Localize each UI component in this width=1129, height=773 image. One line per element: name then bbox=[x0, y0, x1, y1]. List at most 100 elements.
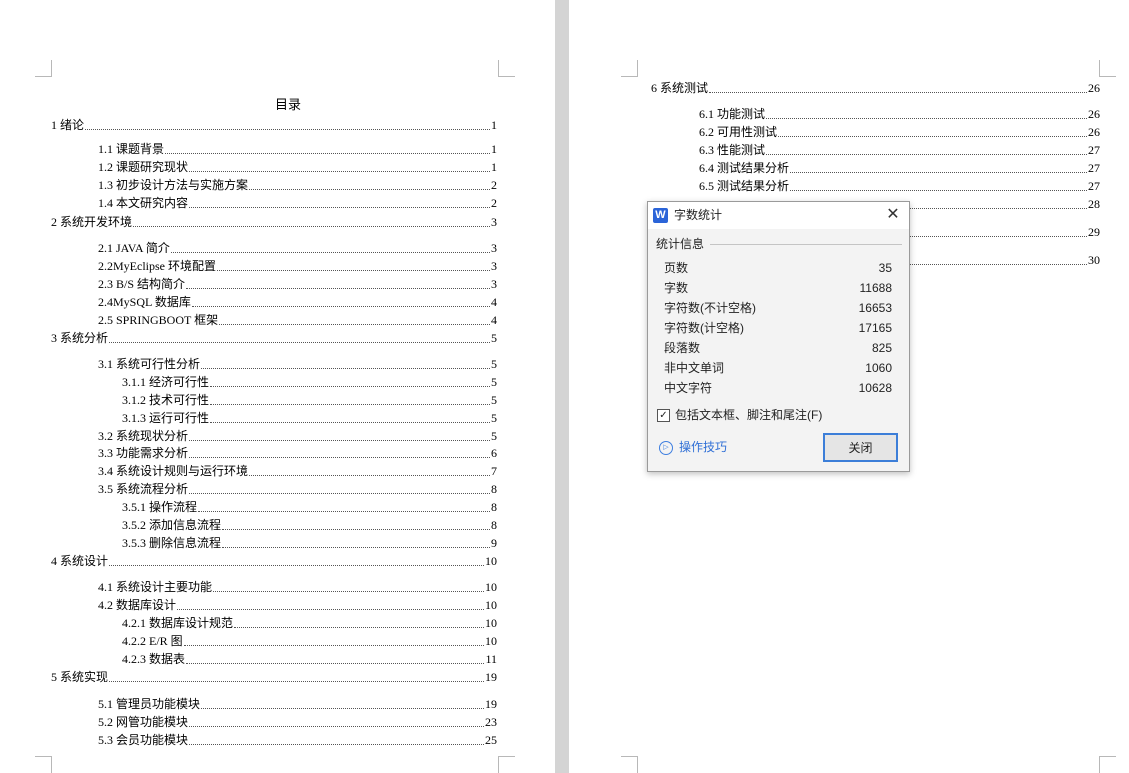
toc-leader-dots bbox=[910, 235, 1087, 237]
toc-entry: 3.1 系统可行性分析 5 bbox=[98, 357, 497, 372]
statistics-group-label: 统计信息 bbox=[656, 237, 705, 251]
close-icon[interactable]: ✕ bbox=[884, 206, 902, 224]
toc-page-number: 25 bbox=[485, 733, 497, 747]
toc-page-number: 27 bbox=[1088, 161, 1100, 175]
toc-entry-text: 4.2.2 E/R 图 bbox=[122, 634, 183, 648]
toc-leader-dots bbox=[778, 135, 1087, 137]
toc-page-number: 3 bbox=[491, 259, 497, 273]
toc-page-number: 5 bbox=[491, 357, 497, 371]
toc-entry: 2.1 JAVA 简介 3 bbox=[98, 241, 497, 256]
toc-leader-dots bbox=[210, 421, 490, 423]
crop-mark-bottom-left bbox=[621, 756, 638, 773]
dialog-title-bar[interactable]: W 字数统计 ✕ bbox=[648, 202, 909, 229]
toc-leader-dots bbox=[189, 170, 490, 172]
stat-row: 页数 35 bbox=[664, 260, 892, 276]
toc-entry: 4.1 系统设计主要功能 10 bbox=[98, 580, 497, 595]
toc-entry-text: 3.1 系统可行性分析 bbox=[98, 357, 201, 371]
toc-entry: 3.1.2 技术可行性 5 bbox=[122, 393, 497, 408]
toc-page-number: 2 bbox=[491, 178, 497, 192]
toc-page-number: 19 bbox=[485, 697, 497, 711]
stat-row: 字符数(计空格) 17165 bbox=[664, 320, 892, 336]
page-gutter bbox=[555, 0, 569, 773]
toc-entry: 3.2 系统现状分析 5 bbox=[98, 429, 497, 444]
toc-entry: 6.3 性能测试 27 bbox=[699, 143, 1100, 158]
toc-entry: 3.4 系统设计规则与运行环境 7 bbox=[98, 464, 497, 479]
play-tips-icon[interactable]: ▷ bbox=[659, 441, 673, 455]
toc-page-number: 26 bbox=[1088, 107, 1100, 121]
toc-entry: 3.3 功能需求分析 6 bbox=[98, 446, 497, 461]
toc-entry: 5.1 管理员功能模块 19 bbox=[98, 697, 497, 712]
toc-entry: 5.2 网管功能模块 23 bbox=[98, 715, 497, 730]
toc-leader-dots bbox=[217, 269, 490, 271]
toc-entry: 1 绪论 1 bbox=[51, 118, 497, 133]
toc-page-number: 5 bbox=[491, 411, 497, 425]
tips-link[interactable]: 操作技巧 bbox=[679, 440, 727, 455]
toc-page-number: 23 bbox=[485, 715, 497, 729]
document-page-left: 目录 1 绪论 1 1.1 课题背景 1 1.2 课题研究现状 1 1.3 初步设计方法与实… bbox=[0, 0, 555, 773]
toc-page-number: 1 bbox=[491, 142, 497, 156]
stat-label: 字符数(不计空格) bbox=[664, 301, 756, 315]
stat-value: 825 bbox=[871, 341, 892, 355]
crop-mark-top-left bbox=[35, 60, 52, 77]
stat-row: 非中文单词 1060 bbox=[664, 360, 892, 376]
toc-page-number: 10 bbox=[485, 598, 497, 612]
toc-entry-text: 1.4 本文研究内容 bbox=[98, 196, 189, 210]
stat-label: 字数 bbox=[664, 281, 689, 295]
toc-entry-text: 2.3 B/S 结构简介 bbox=[98, 277, 186, 291]
toc-page-number: 4 bbox=[491, 295, 497, 309]
include-textbox-footnotes-checkbox[interactable]: ✓ bbox=[657, 409, 670, 422]
toc-entry-text: 6.1 功能测试 bbox=[699, 107, 766, 121]
toc-entry-text: 3.1.2 技术可行性 bbox=[122, 393, 210, 407]
toc-entry-text: 2 系统开发环境 bbox=[51, 215, 133, 229]
toc-entry-text: 5.1 管理员功能模块 bbox=[98, 697, 201, 711]
toc-entry-text: 2.5 SPRINGBOOT 框架 bbox=[98, 313, 219, 327]
toc-entry: 2.2MyEclipse 环境配置 3 bbox=[98, 259, 497, 274]
group-divider bbox=[710, 244, 902, 245]
toc-leader-dots bbox=[189, 743, 484, 745]
toc-leader-dots bbox=[177, 608, 484, 610]
toc-page-number: 3 bbox=[491, 215, 497, 229]
toc-entry: 1.3 初步设计方法与实施方案 2 bbox=[98, 178, 497, 193]
toc-page-number: 27 bbox=[1088, 179, 1100, 193]
crop-mark-top-left bbox=[621, 60, 638, 77]
toc-entry-text: 1.1 课题背景 bbox=[98, 142, 165, 156]
toc-leader-dots bbox=[210, 385, 490, 387]
stat-row: 字数 11688 bbox=[664, 280, 892, 296]
toc-entry: 6.2 可用性测试 26 bbox=[699, 125, 1100, 140]
toc-leader-dots bbox=[790, 171, 1087, 173]
toc-entry-text: 3.1.3 运行可行性 bbox=[122, 411, 210, 425]
toc-entry: 3 系统分析 5 bbox=[51, 331, 497, 346]
toc-leader-dots bbox=[210, 403, 490, 405]
toc-page-number: 5 bbox=[491, 393, 497, 407]
toc-entry-text: 3.5.2 添加信息流程 bbox=[122, 518, 222, 532]
toc-entry-text: 1 绪论 bbox=[51, 118, 85, 132]
toc-page-number: 1 bbox=[491, 160, 497, 174]
include-textbox-footnotes-label[interactable]: 包括文本框、脚注和尾注(F) bbox=[675, 408, 822, 423]
toc-entry-text: 4.2.1 数据库设计规范 bbox=[122, 616, 234, 630]
toc-entry: 3.1.1 经济可行性 5 bbox=[122, 375, 497, 390]
toc-page-number: 4 bbox=[491, 313, 497, 327]
toc-entry: 6.1 功能测试 26 bbox=[699, 107, 1100, 122]
stat-row: 字符数(不计空格) 16653 bbox=[664, 300, 892, 316]
toc-entry-text: 5.2 网管功能模块 bbox=[98, 715, 189, 729]
toc-entry-text: 4.1 系统设计主要功能 bbox=[98, 580, 213, 594]
toc-leader-dots bbox=[201, 707, 484, 709]
toc-leader-dots bbox=[165, 152, 490, 154]
word-count-dialog: W 字数统计 ✕ 统计信息 页数 35 字数 11688 字符数(不计空格) 16653 字… bbox=[647, 201, 910, 472]
toc-leader-dots bbox=[910, 207, 1087, 209]
toc-entry: 3.5.2 添加信息流程 8 bbox=[122, 518, 497, 533]
stat-row: 中文字符 10628 bbox=[664, 380, 892, 396]
stat-value: 1060 bbox=[865, 361, 892, 375]
stat-row: 段落数 825 bbox=[664, 340, 892, 356]
toc-entry-text: 6.4 测试结果分析 bbox=[699, 161, 790, 175]
toc-leader-dots bbox=[109, 341, 490, 343]
close-button[interactable]: 关闭 bbox=[823, 433, 898, 462]
toc-entry: 4.2.1 数据库设计规范 10 bbox=[122, 616, 497, 631]
toc-entry-text: 6.5 测试结果分析 bbox=[699, 179, 790, 193]
toc-entry: 2 系统开发环境 3 bbox=[51, 215, 497, 230]
toc-title: 目录 bbox=[275, 97, 302, 112]
toc-page-number: 26 bbox=[1088, 81, 1100, 95]
toc-leader-dots bbox=[790, 189, 1087, 191]
toc-entry-text: 3.5.1 操作流程 bbox=[122, 500, 198, 514]
toc-entry-text: 4.2 数据库设计 bbox=[98, 598, 177, 612]
